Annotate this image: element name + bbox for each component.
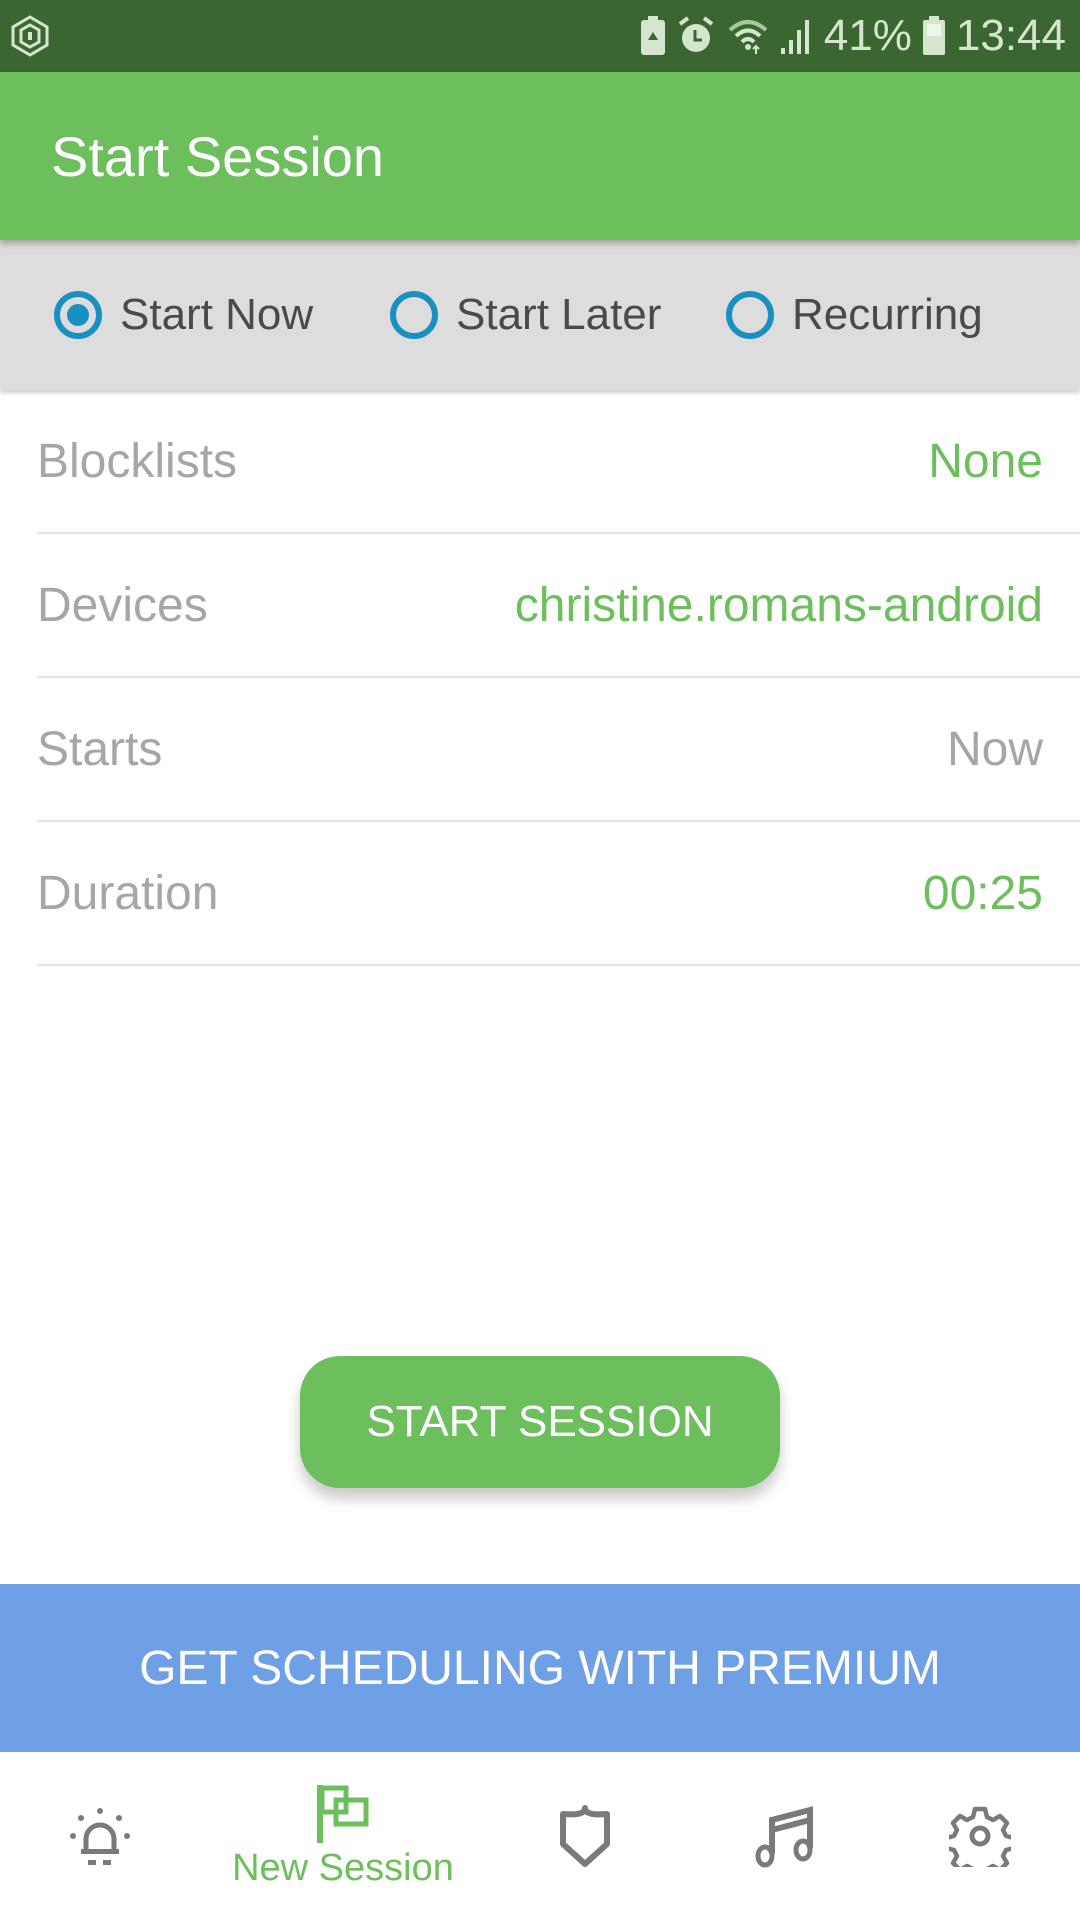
page-title: Start Session [51,125,385,188]
battery-percent: 41% [823,11,912,60]
row-label: Starts [37,722,163,776]
status-bar: 41% 13:44 [0,0,1080,72]
row-label: Devices [37,578,208,632]
row-value: None [928,434,1043,488]
row-label: Blocklists [37,434,238,488]
battery-saver-icon [640,16,665,55]
row-value: christine.romans-android [514,578,1043,632]
radio-checked-icon [54,291,102,339]
radio-start-now[interactable]: Start Now [54,286,313,344]
gear-icon [949,1806,1011,1867]
radio-recurring[interactable]: Recurring [726,286,983,344]
signal-icon [780,20,809,54]
shield-icon [560,1805,610,1867]
row-devices[interactable]: Devices christine.romans-android [37,534,1080,678]
nav-item-blocklists[interactable] [535,1752,635,1920]
wifi-icon [728,20,768,54]
alarm-light-icon [70,1808,130,1865]
start-mode-radio-group: Start Now Start Later Recurring [0,240,1080,390]
nav-label: New Session [232,1846,454,1889]
row-value: Now [946,722,1043,776]
start-session-button[interactable]: START SESSION [300,1356,780,1488]
alarm-icon [678,16,714,52]
nav-item-sounds[interactable] [735,1752,835,1920]
row-blocklists[interactable]: Blocklists None [37,390,1080,534]
row-duration[interactable]: Duration 00:25 [37,822,1080,966]
radio-unchecked-icon [726,291,774,339]
row-starts[interactable]: Starts Now [37,678,1080,822]
bottom-navigation: New Session [0,1752,1080,1920]
premium-banner-button[interactable]: GET SCHEDULING WITH PREMIUM [0,1584,1080,1752]
radio-label: Recurring [792,290,983,339]
clock: 13:44 [955,11,1066,60]
radio-label: Start Now [120,290,314,339]
flag-icon [317,1784,369,1843]
app-bar: Start Session [0,72,1080,240]
row-value: 00:25 [922,866,1043,920]
nav-item-new-session[interactable]: New Session [200,1752,486,1920]
radio-label: Start Later [456,290,662,339]
nav-item-settings[interactable] [930,1752,1030,1920]
music-note-icon [755,1806,813,1868]
nav-item-sessions[interactable] [50,1752,150,1920]
battery-icon [922,16,945,55]
app-lock-icon [11,15,49,57]
radio-unchecked-icon [390,291,438,339]
row-label: Duration [37,866,219,920]
radio-start-later[interactable]: Start Later [390,286,661,344]
